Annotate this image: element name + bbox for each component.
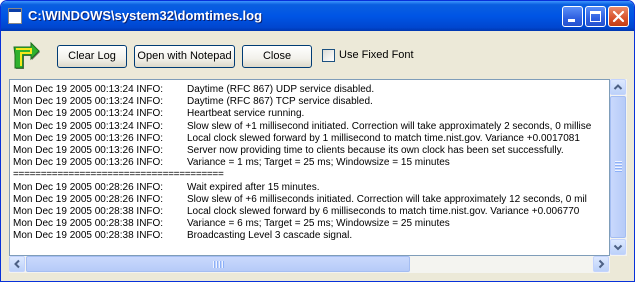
minimize-icon [568,19,575,22]
window-title: C:\WINDOWS\system32\domtimes.log [28,8,263,23]
log-message: Daytime (RFC 867) UDP service disabled. [187,84,375,95]
open-with-notepad-button[interactable]: Open with Notepad [134,45,235,68]
log-timestamp: Mon Dec 19 2005 00:28:26 INFO: [13,193,164,205]
log-line: Mon Dec 19 2005 00:13:24 INFO: Daytime (R… [12,84,609,96]
grip-line [615,167,622,168]
green-arrow-icon [13,41,40,69]
scrollbar-corner [610,256,627,273]
log-content: Mon Dec 19 2005 00:13:24 INFO: Daytime (R… [12,84,609,242]
grip-line [222,261,223,268]
log-line: Mon Dec 19 2005 00:28:38 INFO: Variance =… [12,218,609,230]
log-line: Mon Dec 19 2005 00:13:24 INFO: Slow slew … [12,121,609,133]
vertical-scrollbar[interactable] [610,79,627,256]
log-timestamp: Mon Dec 19 2005 00:28:26 INFO: [13,181,164,193]
log-line: Mon Dec 19 2005 00:28:26 INFO: Slow slew … [12,194,609,206]
log-timestamp: Mon Dec 19 2005 00:13:24 INFO: [13,96,164,108]
close-icon [612,10,625,23]
scroll-up-button[interactable] [610,79,626,95]
log-file-icon[interactable] [8,8,22,24]
log-timestamp: Mon Dec 19 2005 00:28:38 INFO: [13,205,164,217]
log-separator: ====================================== [13,169,224,181]
scroll-right-arrow-icon [598,259,605,269]
grip-line [615,170,622,171]
log-timestamp: Mon Dec 19 2005 00:28:38 INFO: [13,218,164,230]
log-message: Slow slew of +1 millisecond initiated. C… [187,120,592,132]
log-separator-line: ====================================== [12,169,609,181]
log-message: Server now providing time to clients bec… [187,144,564,156]
log-line: Mon Dec 19 2005 00:13:24 INFO: Daytime (R… [12,96,609,108]
log-line: Mon Dec 19 2005 00:13:26 INFO: Variance =… [12,157,609,169]
grip-line [213,261,214,268]
grip-line [216,261,217,268]
close-window-button[interactable] [608,6,629,27]
log-message: Broadcasting Level 3 cascade signal. [187,230,353,242]
log-timestamp: Mon Dec 19 2005 00:13:26 INFO: [13,144,164,156]
vertical-scroll-thumb[interactable] [610,96,626,238]
scroll-right-button[interactable] [593,256,609,272]
minimize-button[interactable] [562,6,583,27]
log-message: Heartbeat service running. [187,108,305,120]
clear-log-button[interactable]: Clear Log [57,45,127,68]
grip-line [615,164,622,165]
log-message: Local clock slewed forward by 6 millisec… [187,205,580,217]
log-message: Variance = 6 ms; Target = 25 ms; Windows… [187,218,450,230]
log-timestamp: Mon Dec 19 2005 00:13:24 INFO: [13,84,164,95]
scroll-up-arrow-icon [613,84,623,90]
log-line: Mon Dec 19 2005 00:13:26 INFO: Local cloc… [12,133,609,145]
log-message: Variance = 1 ms; Target = 25 ms; Windows… [187,157,450,169]
log-timestamp: Mon Dec 19 2005 00:13:24 INFO: [13,120,164,132]
log-line: Mon Dec 19 2005 00:13:24 INFO: Heartbeat … [12,108,609,120]
scroll-left-arrow-icon [14,259,20,269]
log-timestamp: Mon Dec 19 2005 00:28:38 INFO: [13,230,164,242]
log-text-area[interactable]: Mon Dec 19 2005 00:13:24 INFO: Daytime (R… [9,79,610,256]
log-line: Mon Dec 19 2005 00:28:38 INFO: Local cloc… [12,206,609,218]
close-button[interactable]: Close [242,45,312,68]
log-message: Local clock slewed forward by 1 millisec… [187,132,580,144]
title-bar[interactable]: C:\WINDOWS\system32\domtimes.log [1,1,634,31]
log-line: Mon Dec 19 2005 00:13:26 INFO: Server now… [12,145,609,157]
horizontal-scrollbar[interactable] [9,256,610,273]
log-timestamp: Mon Dec 19 2005 00:13:26 INFO: [13,132,164,144]
use-fixed-font-checkbox[interactable] [322,49,335,62]
log-message: Slow slew of +6 milliseconds initiated. … [187,193,587,205]
scroll-down-arrow-icon [613,244,623,251]
scroll-left-button[interactable] [9,256,25,272]
grip-line [219,261,220,268]
log-timestamp: Mon Dec 19 2005 00:13:24 INFO: [13,108,164,120]
maximize-icon [590,11,601,22]
log-timestamp: Mon Dec 19 2005 00:13:26 INFO: [13,157,164,169]
log-message: Wait expired after 15 minutes. [187,181,320,193]
grip-line [615,161,622,162]
use-fixed-font-label[interactable]: Use Fixed Font [339,49,414,61]
log-window: C:\WINDOWS\system32\domtimes.log Clear L… [0,0,635,282]
log-line: Mon Dec 19 2005 00:28:26 INFO: Wait expir… [12,182,609,194]
log-line: Mon Dec 19 2005 00:28:38 INFO: Broadcasti… [12,230,609,242]
horizontal-scroll-thumb[interactable] [26,256,410,272]
maximize-button[interactable] [585,6,606,27]
scroll-down-button[interactable] [610,239,626,255]
log-message: Daytime (RFC 867) TCP service disabled. [187,96,373,108]
